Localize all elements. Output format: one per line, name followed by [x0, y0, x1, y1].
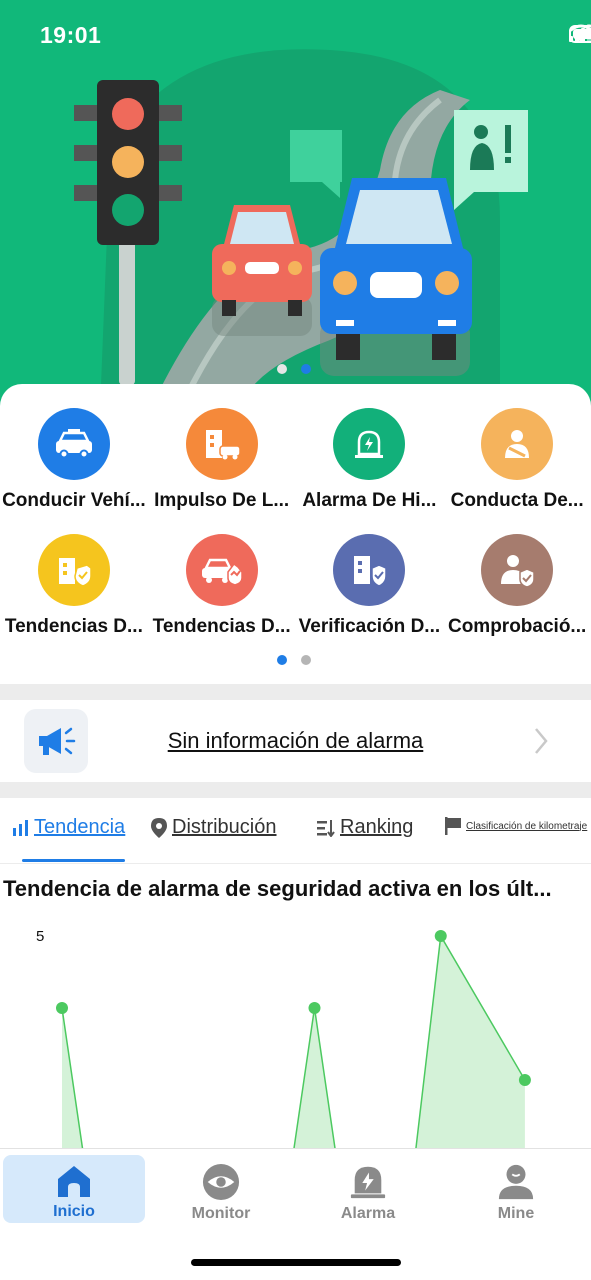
status-time: 19:01	[40, 22, 102, 48]
nav-monitor[interactable]: Monitor	[150, 1155, 292, 1223]
status-bar: 19:01	[0, 0, 591, 72]
function-label: Verificación D...	[298, 616, 441, 637]
user-icon	[498, 1164, 534, 1200]
nav-inicio[interactable]: Inicio	[3, 1155, 145, 1223]
chart-data-point[interactable]	[56, 1002, 68, 1014]
tab-label: Distribución	[172, 816, 277, 838]
function-grid: Conducir Vehí... Impulso De L... Alarma …	[0, 408, 591, 644]
tab-distribucion[interactable]: Distribución	[150, 816, 276, 839]
sort-icon	[317, 819, 335, 837]
tab-label: Tendencia	[34, 816, 126, 838]
chart-data-point[interactable]	[434, 930, 447, 942]
building-shield-icon	[37, 534, 110, 606]
function-label: Impulso De L...	[154, 490, 290, 511]
tab-label: Ranking	[340, 816, 414, 838]
tab-label: Clasificación de kilometraje	[466, 820, 588, 832]
function-item-tendencias-2[interactable]: Tendencias D...	[148, 534, 296, 644]
location-pin-icon	[151, 817, 167, 838]
hero-dot-2[interactable]	[301, 364, 311, 374]
active-tab-indicator	[22, 859, 125, 862]
section-divider	[0, 684, 591, 700]
building-verify-icon	[333, 534, 406, 606]
function-label: Conducir Vehí...	[2, 490, 146, 511]
nav-mine[interactable]: Mine	[445, 1155, 587, 1223]
function-item-alarma[interactable]: Alarma De Hi...	[296, 408, 444, 518]
driver-belt-icon	[481, 408, 554, 480]
function-label: Comprobació...	[447, 616, 587, 637]
chart-area-fill	[62, 936, 525, 1150]
function-item-conducta[interactable]: Conducta De...	[443, 408, 591, 518]
battery-icon	[569, 25, 591, 43]
tab-ranking[interactable]: Ranking	[316, 816, 413, 839]
function-item-conducir-vehiculo[interactable]: Conducir Vehí...	[0, 408, 148, 518]
function-pagination	[277, 655, 311, 665]
alarm-notice-text[interactable]: Sin información de alarma	[0, 728, 591, 754]
function-item-comprobacion[interactable]: Comprobació...	[443, 534, 591, 644]
bar-chart-icon	[13, 819, 28, 836]
function-label: Conducta De...	[450, 490, 584, 511]
home-icon	[58, 1166, 90, 1197]
alarm-light-icon	[350, 1166, 386, 1199]
hero-pagination	[277, 364, 311, 374]
function-grid-card: Conducir Vehí... Impulso De L... Alarma …	[0, 384, 591, 684]
function-item-impulso[interactable]: Impulso De L...	[148, 408, 296, 518]
trend-chart	[56, 930, 531, 1150]
flag-icon	[445, 817, 461, 835]
chevron-right-icon[interactable]	[533, 726, 549, 756]
alarm-notice[interactable]: Sin información de alarma	[0, 700, 591, 782]
eye-icon	[202, 1163, 240, 1201]
function-dot-2[interactable]	[301, 655, 311, 665]
vehicle-icon	[37, 408, 110, 480]
hero-dot-1[interactable]	[277, 364, 287, 374]
chart-title: Tendencia de alarma de seguridad activa …	[3, 876, 552, 901]
tab-tendencia[interactable]: Tendencia	[12, 816, 125, 839]
nav-label: Alarma	[340, 1205, 396, 1222]
person-check-icon	[481, 534, 554, 606]
nav-label: Inicio	[53, 1203, 95, 1220]
function-item-verificacion[interactable]: Verificación D...	[296, 534, 444, 644]
alarm-light-icon	[333, 408, 406, 480]
function-dot-1[interactable]	[277, 655, 287, 665]
hero-banner[interactable]: 19:01	[0, 0, 591, 410]
nav-label: Monitor	[191, 1205, 251, 1222]
nav-alarma[interactable]: Alarma	[297, 1155, 439, 1223]
function-label: Tendencias D...	[152, 616, 291, 637]
nav-label: Mine	[497, 1205, 535, 1222]
home-indicator	[191, 1259, 401, 1266]
tab-clasificacion-kilometraje[interactable]: Clasificación de kilometraje	[444, 816, 587, 836]
function-label: Alarma De Hi...	[302, 490, 437, 511]
chart-data-point[interactable]	[518, 1074, 531, 1086]
car-trend-icon	[185, 534, 258, 606]
building-car-icon	[185, 408, 258, 480]
function-item-tendencias-1[interactable]: Tendencias D...	[0, 534, 148, 644]
stats-tabs: Tendencia Distribución Ranking Clasifica…	[0, 798, 591, 864]
section-divider	[0, 782, 591, 798]
function-label: Tendencias D...	[4, 616, 143, 637]
chart-data-point[interactable]	[308, 1002, 321, 1014]
